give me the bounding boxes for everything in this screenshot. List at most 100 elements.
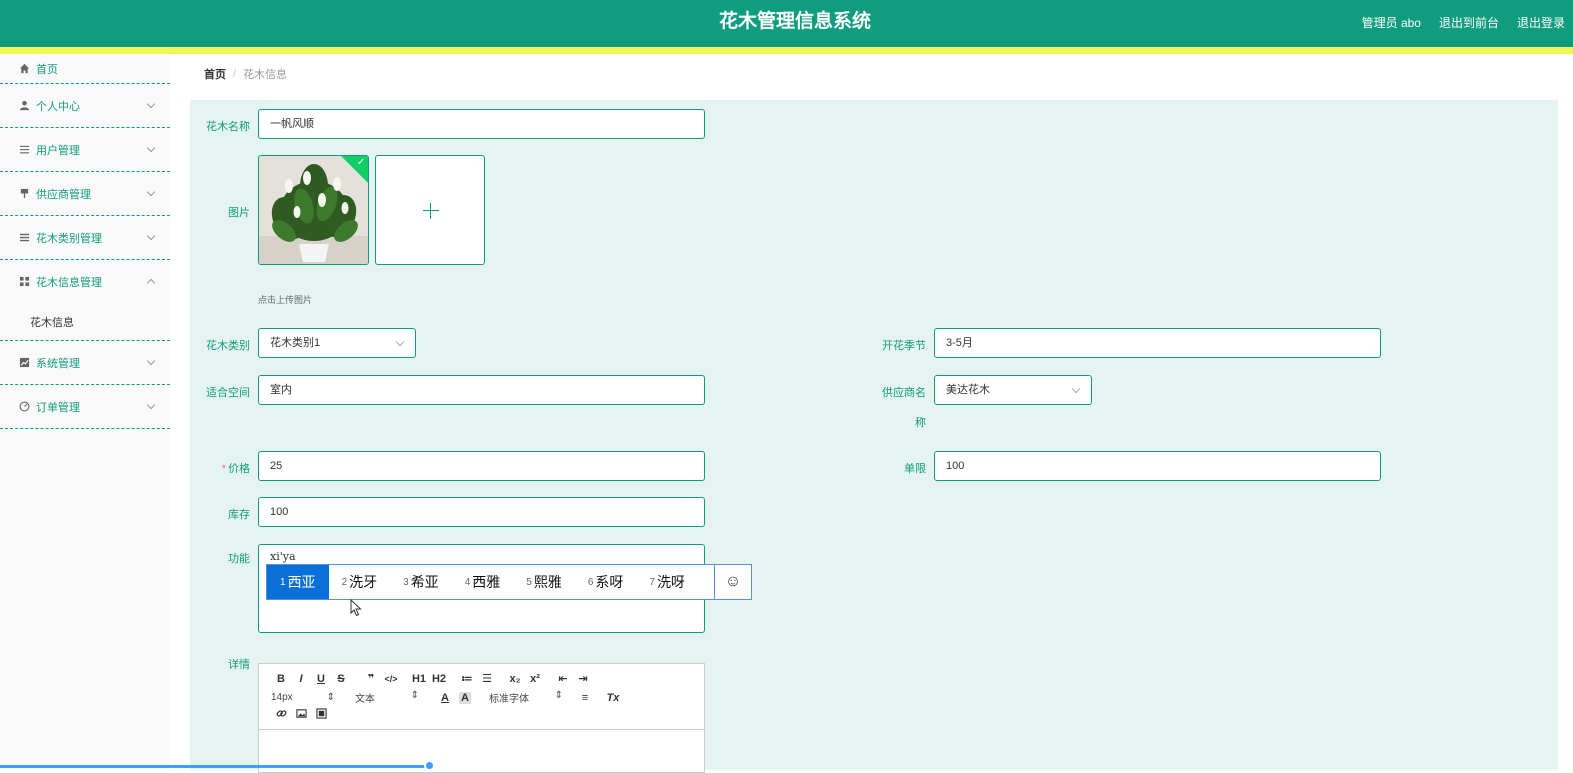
- toolbar-row-3: [271, 708, 331, 722]
- font-color-button[interactable]: A: [435, 692, 455, 704]
- chevron-down-icon: [1071, 384, 1081, 394]
- font-family-select[interactable]: 标准字体 ⇕: [489, 690, 569, 705]
- sidebar-item-flower-info[interactable]: 花木信息管理: [0, 260, 170, 304]
- sidebar: 首页 个人中心 用户管理 供应商管理 花木类别管理 花木信息管理 花木信息 系统…: [0, 54, 170, 770]
- sidebar-item-label: 个人中心: [36, 100, 80, 113]
- submenu-item-flower-info[interactable]: 花木信息: [0, 304, 170, 341]
- mouse-cursor-icon: [350, 599, 362, 617]
- text-style-value: 文本: [355, 694, 375, 705]
- h2-button[interactable]: H2: [429, 673, 449, 685]
- space-label: 适合空间: [206, 387, 250, 399]
- menu-icon: [18, 232, 30, 244]
- video-progress-knob[interactable]: [424, 760, 435, 771]
- space-input[interactable]: 室内: [258, 375, 705, 405]
- plus-icon: [423, 210, 439, 211]
- align-button[interactable]: ≡: [575, 692, 595, 704]
- sidebar-item-label: 用户管理: [36, 144, 80, 157]
- flower-form: 花木名称 一帆风顺 图片 ✓ 点击上传图片 花木类别 花木类别1 开花季节 3-…: [190, 100, 1558, 773]
- indent-button[interactable]: ⇥: [573, 672, 593, 685]
- gauge-icon: [18, 401, 30, 413]
- price-input[interactable]: 25: [258, 451, 705, 481]
- font-size-value: 14px: [271, 692, 293, 703]
- supplier-label-cont: 称: [915, 417, 926, 429]
- breadcrumb-home[interactable]: 首页: [204, 66, 226, 82]
- ime-candidate[interactable]: 4 西雅: [452, 565, 514, 599]
- sidebar-item-suppliers[interactable]: 供应商管理: [0, 172, 170, 216]
- chevron-down-icon: [395, 337, 405, 347]
- h1-button[interactable]: H1: [409, 673, 429, 685]
- stock-input[interactable]: 100: [258, 497, 705, 527]
- to-front-link[interactable]: 退出到前台: [1439, 14, 1499, 31]
- outdent-button[interactable]: ⇤: [553, 672, 573, 685]
- page-scrollbar[interactable]: [1560, 54, 1573, 770]
- sidebar-item-personal[interactable]: 个人中心: [0, 84, 170, 128]
- chart-icon: [18, 357, 30, 369]
- ime-candidate[interactable]: 5 熙雅: [513, 565, 575, 599]
- plus-icon-v: [430, 203, 431, 219]
- bullet-list-button[interactable]: ☰: [477, 672, 497, 685]
- image-label: 图片: [228, 207, 250, 219]
- ime-candidate[interactable]: 7 洗呀: [636, 565, 698, 599]
- sidebar-item-system[interactable]: 系统管理: [0, 341, 170, 385]
- italic-button[interactable]: I: [291, 673, 311, 685]
- chevron-down-icon: [146, 99, 156, 108]
- ime-candidate[interactable]: 6 系呀: [575, 565, 637, 599]
- upload-add-button[interactable]: [375, 155, 485, 265]
- font-size-select[interactable]: 14px ⇕: [271, 692, 341, 703]
- bold-button[interactable]: B: [271, 673, 291, 685]
- sidebar-item-label: 供应商管理: [36, 188, 91, 201]
- clear-format-button[interactable]: Tx: [603, 692, 623, 704]
- background-color-button[interactable]: A: [459, 691, 471, 704]
- sidebar-item-label: 系统管理: [36, 357, 80, 370]
- category-select[interactable]: 花木类别1: [258, 328, 416, 358]
- name-input[interactable]: 一帆风顺: [258, 109, 705, 139]
- season-label: 开花季节: [882, 340, 926, 352]
- strike-button[interactable]: S: [331, 673, 351, 685]
- video-icon[interactable]: [311, 708, 331, 722]
- rich-text-editor[interactable]: B I U S ❞ </> H1 H2 ≔ ☰ x₂ x² ⇤ ⇥ 14px ⇕…: [258, 663, 705, 773]
- ime-candidate[interactable]: 3 希亚: [390, 565, 452, 599]
- supplier-value: 美达花木: [946, 384, 990, 396]
- image-icon[interactable]: [291, 708, 311, 722]
- subscript-button[interactable]: x₂: [505, 673, 525, 685]
- function-label: 功能: [228, 553, 250, 565]
- ime-candidate[interactable]: 1 西亚: [267, 565, 329, 599]
- sidebar-item-label: 花木信息管理: [36, 277, 102, 289]
- stock-label: 库存: [228, 509, 250, 521]
- detail-label: 详情: [228, 659, 250, 671]
- home-icon: [18, 63, 30, 75]
- sidebar-item-users[interactable]: 用户管理: [0, 128, 170, 172]
- user-icon: [18, 100, 30, 112]
- sidebar-item-home[interactable]: 首页: [0, 54, 170, 84]
- updown-icon: ⇕: [410, 690, 419, 701]
- toolbar-row-1: B I U S ❞ </> H1 H2 ≔ ☰ x₂ x² ⇤ ⇥: [271, 672, 593, 686]
- code-button[interactable]: </>: [381, 674, 401, 684]
- season-input[interactable]: 3-5月: [934, 328, 1381, 358]
- ime-candidate[interactable]: 2 洗牙: [329, 565, 391, 599]
- underline-button[interactable]: U: [311, 673, 331, 685]
- list-icon: [18, 144, 30, 156]
- text-style-select[interactable]: 文本 ⇕: [355, 690, 425, 705]
- ordered-list-button[interactable]: ≔: [457, 672, 477, 685]
- uploaded-image[interactable]: ✓: [258, 155, 369, 265]
- supplier-select[interactable]: 美达花木: [934, 375, 1092, 405]
- sidebar-item-categories[interactable]: 花木类别管理: [0, 216, 170, 260]
- sidebar-item-orders[interactable]: 订单管理: [0, 385, 170, 429]
- logout-link[interactable]: 退出登录: [1517, 14, 1565, 31]
- limit-input[interactable]: 100: [934, 451, 1381, 481]
- updown-icon: ⇕: [554, 690, 563, 701]
- link-icon[interactable]: [271, 708, 291, 722]
- superscript-button[interactable]: x²: [525, 673, 545, 685]
- chevron-up-icon: [146, 278, 156, 288]
- video-progress-bar[interactable]: [0, 765, 430, 768]
- quote-button[interactable]: ❞: [361, 672, 381, 685]
- grid-icon: [18, 276, 30, 288]
- updown-icon: ⇕: [326, 692, 335, 703]
- breadcrumb-current: 花木信息: [243, 69, 288, 81]
- chevron-down-icon: [146, 356, 156, 365]
- emoji-icon[interactable]: ☺: [714, 565, 751, 599]
- name-label: 花木名称: [206, 121, 250, 133]
- toolbar-row-2: 14px ⇕ 文本 ⇕ A A 标准字体 ⇕ ≡ Tx: [271, 690, 623, 705]
- breadcrumb: 首页 / 花木信息: [190, 58, 1558, 90]
- sidebar-item-label: 订单管理: [36, 401, 80, 414]
